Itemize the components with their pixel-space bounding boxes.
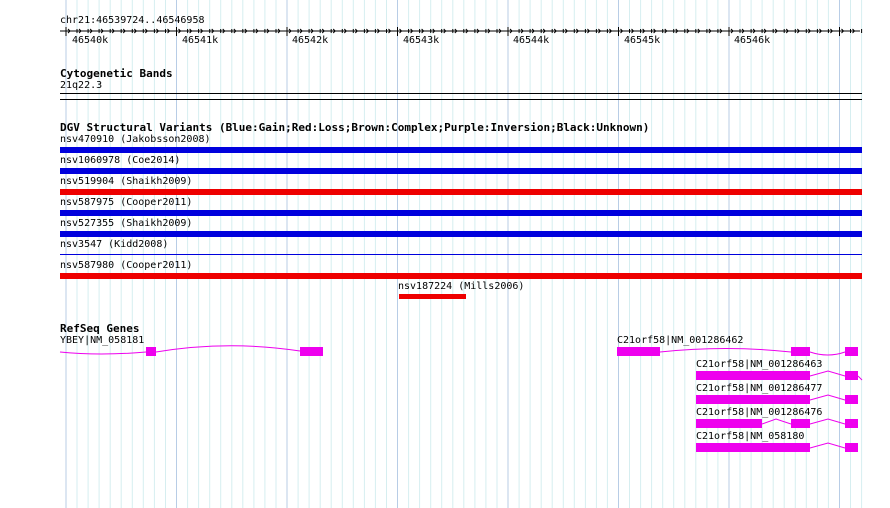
variant-bar[interactable] <box>60 147 862 153</box>
intron-line <box>809 394 846 401</box>
variant-bar[interactable] <box>60 210 862 216</box>
cytoband-line-top[interactable] <box>60 93 862 94</box>
exon-block <box>617 347 660 356</box>
exon-block <box>845 347 858 356</box>
variant-label: nsv3547 (Kidd2008) <box>60 239 169 250</box>
variant-label: nsv470910 (Jakobsson2008) <box>60 134 211 145</box>
tick-label-2: 46541k <box>182 35 219 46</box>
exon-block <box>845 443 858 452</box>
tick-label-1: 46540k <box>72 35 109 46</box>
cytoband-label[interactable]: 21q22.3 <box>60 80 102 92</box>
intron-line <box>809 418 846 425</box>
intron-line <box>761 418 792 425</box>
exon-block <box>845 419 858 428</box>
cytoband-line-bottom[interactable] <box>60 99 862 100</box>
ruler-axis <box>60 27 863 36</box>
variant-label: nsv187224 (Mills2006) <box>398 281 525 292</box>
exon-block <box>845 395 858 404</box>
exon-block <box>696 371 810 380</box>
tick-label-3: 46542k <box>292 35 329 46</box>
variant-bar[interactable] <box>60 189 862 195</box>
exon-block <box>845 371 858 380</box>
tick-label-4: 46543k <box>403 35 440 46</box>
variant-bar[interactable] <box>60 168 862 174</box>
tick-label-5: 46544k <box>513 35 550 46</box>
variant-bar[interactable] <box>60 254 862 255</box>
variant-label: nsv1060978 (Coe2014) <box>60 155 181 166</box>
variant-label: nsv519904 (Shaikh2009) <box>60 176 193 187</box>
cytoband-track-title: Cytogenetic Bands <box>60 67 173 80</box>
tick-label-6: 46545k <box>624 35 661 46</box>
variant-label: nsv527355 (Shaikh2009) <box>60 218 193 229</box>
intron-line <box>809 351 846 356</box>
variant-bar[interactable] <box>60 273 862 279</box>
refseq-track-title: RefSeq Genes <box>60 322 140 335</box>
tick-label-7: 46546k <box>734 35 771 46</box>
variant-label: nsv587980 (Cooper2011) <box>60 260 193 271</box>
intron-line <box>809 370 846 377</box>
intron-line <box>809 442 846 449</box>
dgv-track-title: DGV Structural Variants (Blue:Gain;Red:L… <box>60 121 650 134</box>
exon-block <box>696 419 762 428</box>
variant-bar[interactable] <box>399 294 466 299</box>
intron-line <box>659 348 792 353</box>
exon-block <box>696 443 810 452</box>
variant-bar[interactable] <box>60 231 862 237</box>
intron-line <box>857 375 863 381</box>
gene-model-c21orf58-058180[interactable] <box>0 436 890 460</box>
variant-label: nsv587975 (Cooper2011) <box>60 197 193 208</box>
exon-block <box>696 395 810 404</box>
exon-block <box>791 347 810 356</box>
exon-block <box>791 419 810 428</box>
